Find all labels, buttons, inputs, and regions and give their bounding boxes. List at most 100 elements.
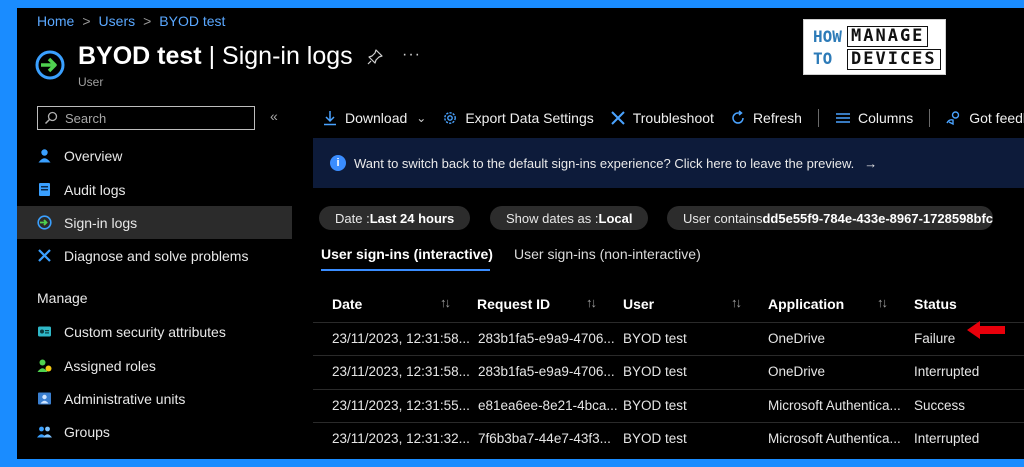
breadcrumb-users[interactable]: Users (99, 13, 136, 29)
gear-icon (444, 112, 457, 124)
date-filter-pill[interactable]: Date : Last 24 hours (319, 206, 471, 230)
page-title: BYOD test | Sign-in logs (78, 42, 353, 71)
export-data-settings-button[interactable]: Export Data Settings (442, 110, 594, 126)
sort-icon[interactable]: ↑↓ (731, 295, 742, 310)
cell-user: BYOD test (623, 431, 687, 446)
cell-application: OneDrive (768, 364, 826, 379)
refresh-button[interactable]: Refresh (730, 110, 802, 126)
toolbar-divider (817, 109, 819, 127)
table-row[interactable]: 23/11/2023, 12:31:58... 283b1fa5-e9a9-47… (313, 355, 1024, 388)
search-input[interactable]: Search (37, 106, 255, 130)
breadcrumb-home[interactable]: Home (37, 13, 74, 29)
sidebar-item-label: Sign-in logs (64, 214, 138, 231)
cell-user: BYOD test (623, 331, 687, 346)
show-dates-label: Show dates as : (506, 210, 599, 226)
columns-icon (835, 113, 850, 123)
cell-date: 23/11/2023, 12:31:58... (332, 364, 470, 379)
portal-window: Home > Users > BYOD test BYOD test | Sig… (17, 8, 1024, 459)
tab-non-interactive[interactable]: User sign-ins (non-interactive) (514, 246, 701, 262)
search-icon (44, 111, 58, 125)
annotation-arrow-icon (967, 321, 1005, 339)
cell-request-id: 283b1fa5-e9a9-4706... (478, 331, 615, 346)
table-row[interactable]: 23/11/2023, 12:31:32... 7f6b3ba7-44e7-43… (313, 422, 1024, 455)
export-label: Export Data Settings (465, 110, 594, 126)
cell-status: Success (914, 398, 966, 413)
show-dates-pill[interactable]: Show dates as : Local (490, 206, 649, 230)
breadcrumb-separator: > (82, 13, 91, 29)
sidebar-item-label: Groups (64, 423, 110, 440)
user-filter-value: dd5e55f9-784e-433e-8967-1728598bfc (762, 210, 994, 226)
sidebar-item-diagnose[interactable]: Diagnose and solve problems (17, 239, 292, 272)
cell-date: 23/11/2023, 12:31:32... (332, 431, 470, 446)
cell-application: Microsoft Authentica... (768, 398, 901, 413)
column-header-date[interactable]: Date (332, 296, 362, 312)
sidebar-item-label: Assigned roles (64, 357, 156, 374)
columns-button[interactable]: Columns (835, 110, 913, 126)
column-header-application[interactable]: Application (768, 296, 844, 312)
refresh-label: Refresh (752, 110, 802, 126)
feedback-button[interactable]: Got feedback? (946, 110, 1024, 126)
info-icon: i (330, 155, 346, 171)
sign-in-logs-icon (35, 50, 65, 80)
cell-status: Interrupted (914, 431, 980, 446)
tab-interactive[interactable]: User sign-ins (interactive) (321, 246, 493, 262)
cell-status: Interrupted (914, 364, 980, 379)
sort-icon[interactable]: ↑↓ (586, 295, 597, 310)
table-row[interactable]: 23/11/2023, 12:31:55... e81ea6ee-8e21-4b… (313, 389, 1024, 422)
cell-user: BYOD test (623, 364, 687, 379)
sort-icon[interactable]: ↑↓ (440, 295, 451, 310)
preview-banner[interactable]: i Want to switch back to the default sig… (313, 138, 1024, 188)
sidebar-item-assigned-roles[interactable]: Assigned roles (17, 349, 292, 382)
user-filter-label: User contains (683, 210, 763, 226)
download-button[interactable]: Download ⌄ (322, 110, 426, 126)
pin-icon[interactable] (367, 49, 383, 65)
command-bar: Download ⌄ Export Data Settings Troubles… (322, 105, 1024, 131)
user-filter-pill[interactable]: User contains dd5e55f9-784e-433e-8967-17… (667, 206, 994, 230)
sidebar-item-administrative-units[interactable]: Administrative units (17, 382, 292, 415)
download-label: Download (345, 110, 408, 126)
sidebar-item-label: Overview (64, 147, 123, 164)
columns-label: Columns (857, 110, 914, 126)
cell-date: 23/11/2023, 12:31:55... (332, 398, 470, 413)
howto-manage-devices-logo: HOW TO MANAGE DEVICES (803, 19, 946, 75)
troubleshoot-label: Troubleshoot (632, 110, 714, 126)
cell-user: BYOD test (623, 398, 687, 413)
breadcrumb-current[interactable]: BYOD test (159, 13, 225, 29)
user-icon (38, 149, 51, 163)
toolbar-divider (929, 109, 931, 127)
table-row[interactable]: 23/11/2023, 12:31:58... 283b1fa5-e9a9-47… (313, 322, 1024, 355)
logo-manage: MANAGE (847, 26, 929, 47)
sidebar-item-audit-logs[interactable]: Audit logs (17, 173, 292, 206)
cell-application: OneDrive (768, 331, 826, 346)
sidebar-item-overview[interactable]: Overview (17, 139, 292, 172)
page-title-user: BYOD test (78, 42, 202, 70)
sidebar-item-label: Diagnose and solve problems (64, 247, 249, 264)
groups-icon (37, 426, 52, 438)
collapse-sidebar-icon[interactable]: « (270, 108, 278, 124)
feedback-icon (946, 111, 960, 126)
date-filter-label: Date : (335, 210, 370, 226)
sidebar-item-label: Custom security attributes (64, 323, 226, 340)
column-header-user[interactable]: User (623, 296, 654, 312)
page-subtitle: User (78, 75, 104, 89)
sidebar-item-custom-security-attributes[interactable]: Custom security attributes (17, 315, 292, 348)
cell-application: Microsoft Authentica... (768, 431, 901, 446)
security-attributes-icon (38, 326, 51, 337)
chevron-down-icon: ⌄ (416, 111, 427, 125)
manage-section-label: Manage (37, 290, 88, 306)
arrow-right-icon: → (864, 155, 878, 171)
column-header-request-id[interactable]: Request ID (477, 296, 550, 312)
show-dates-value: Local (598, 210, 633, 226)
column-header-status[interactable]: Status (914, 296, 957, 312)
sort-icon[interactable]: ↑↓ (877, 295, 888, 310)
troubleshoot-icon (611, 111, 625, 125)
roles-icon (37, 359, 52, 372)
wrench-icon (38, 249, 51, 262)
sign-in-icon (37, 215, 52, 230)
cell-request-id: 7f6b3ba7-44e7-43f3... (478, 431, 611, 446)
troubleshoot-button[interactable]: Troubleshoot (610, 110, 714, 126)
sidebar-item-groups[interactable]: Groups (17, 415, 292, 448)
admin-units-icon (38, 392, 51, 405)
more-options-icon[interactable]: ··· (402, 46, 421, 64)
sidebar-item-sign-in-logs[interactable]: Sign-in logs (17, 206, 292, 239)
